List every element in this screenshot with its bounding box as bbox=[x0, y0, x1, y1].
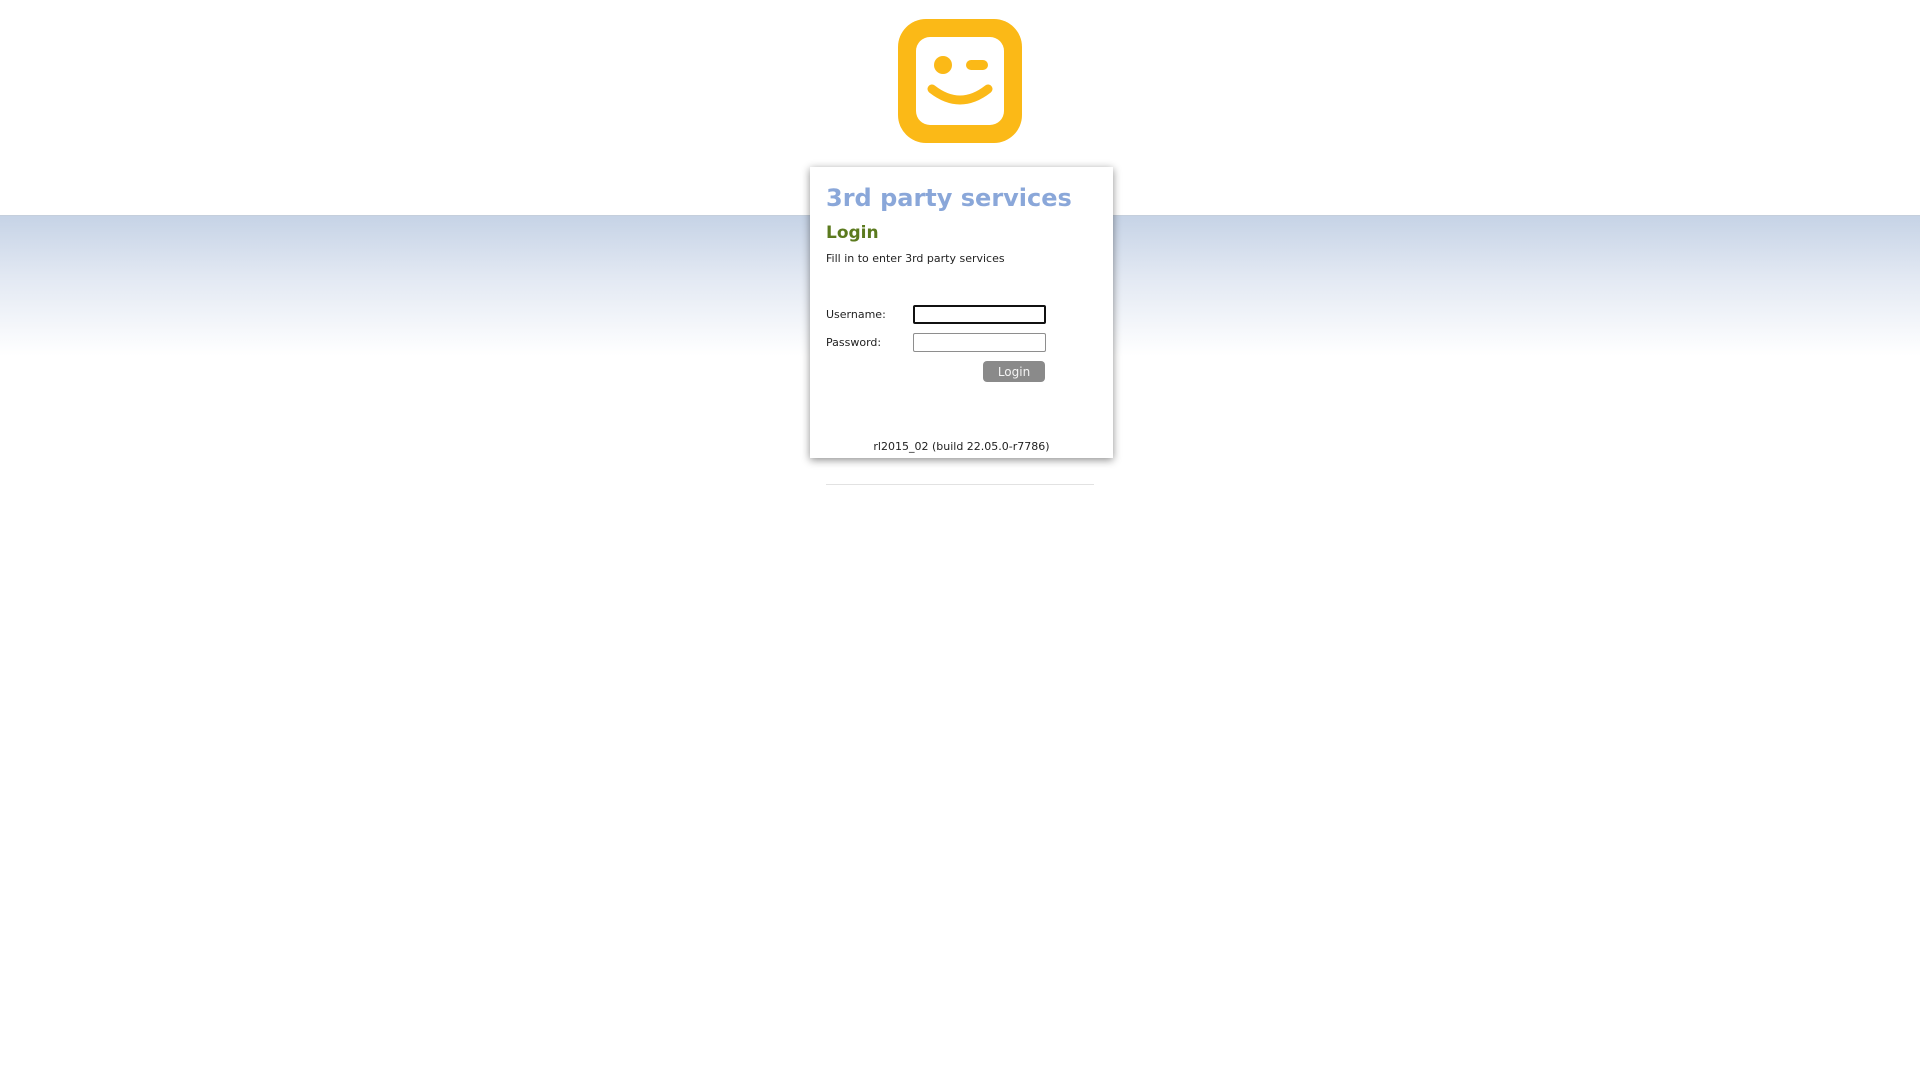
page-title: 3rd party services bbox=[826, 184, 1072, 212]
password-label: Password: bbox=[826, 335, 882, 349]
password-row: Password: bbox=[826, 332, 1046, 352]
username-row: Username: bbox=[826, 304, 1046, 324]
password-input[interactable] bbox=[913, 332, 1046, 352]
login-description: Fill in to enter 3rd party services bbox=[826, 252, 1005, 265]
footer-divider bbox=[826, 484, 1094, 485]
winking-smiley-logo-icon bbox=[898, 19, 1022, 143]
login-heading: Login bbox=[826, 223, 879, 243]
username-input[interactable] bbox=[913, 304, 1046, 324]
login-card: 3rd party services Login Fill in to ente… bbox=[810, 167, 1113, 458]
username-label: Username: bbox=[826, 307, 886, 321]
login-page: 3rd party services Login Fill in to ente… bbox=[0, 0, 1920, 1080]
version-text: rl2015_02 (build 22.05.0-r7786) bbox=[873, 440, 1050, 453]
login-button[interactable]: Login bbox=[983, 361, 1045, 382]
